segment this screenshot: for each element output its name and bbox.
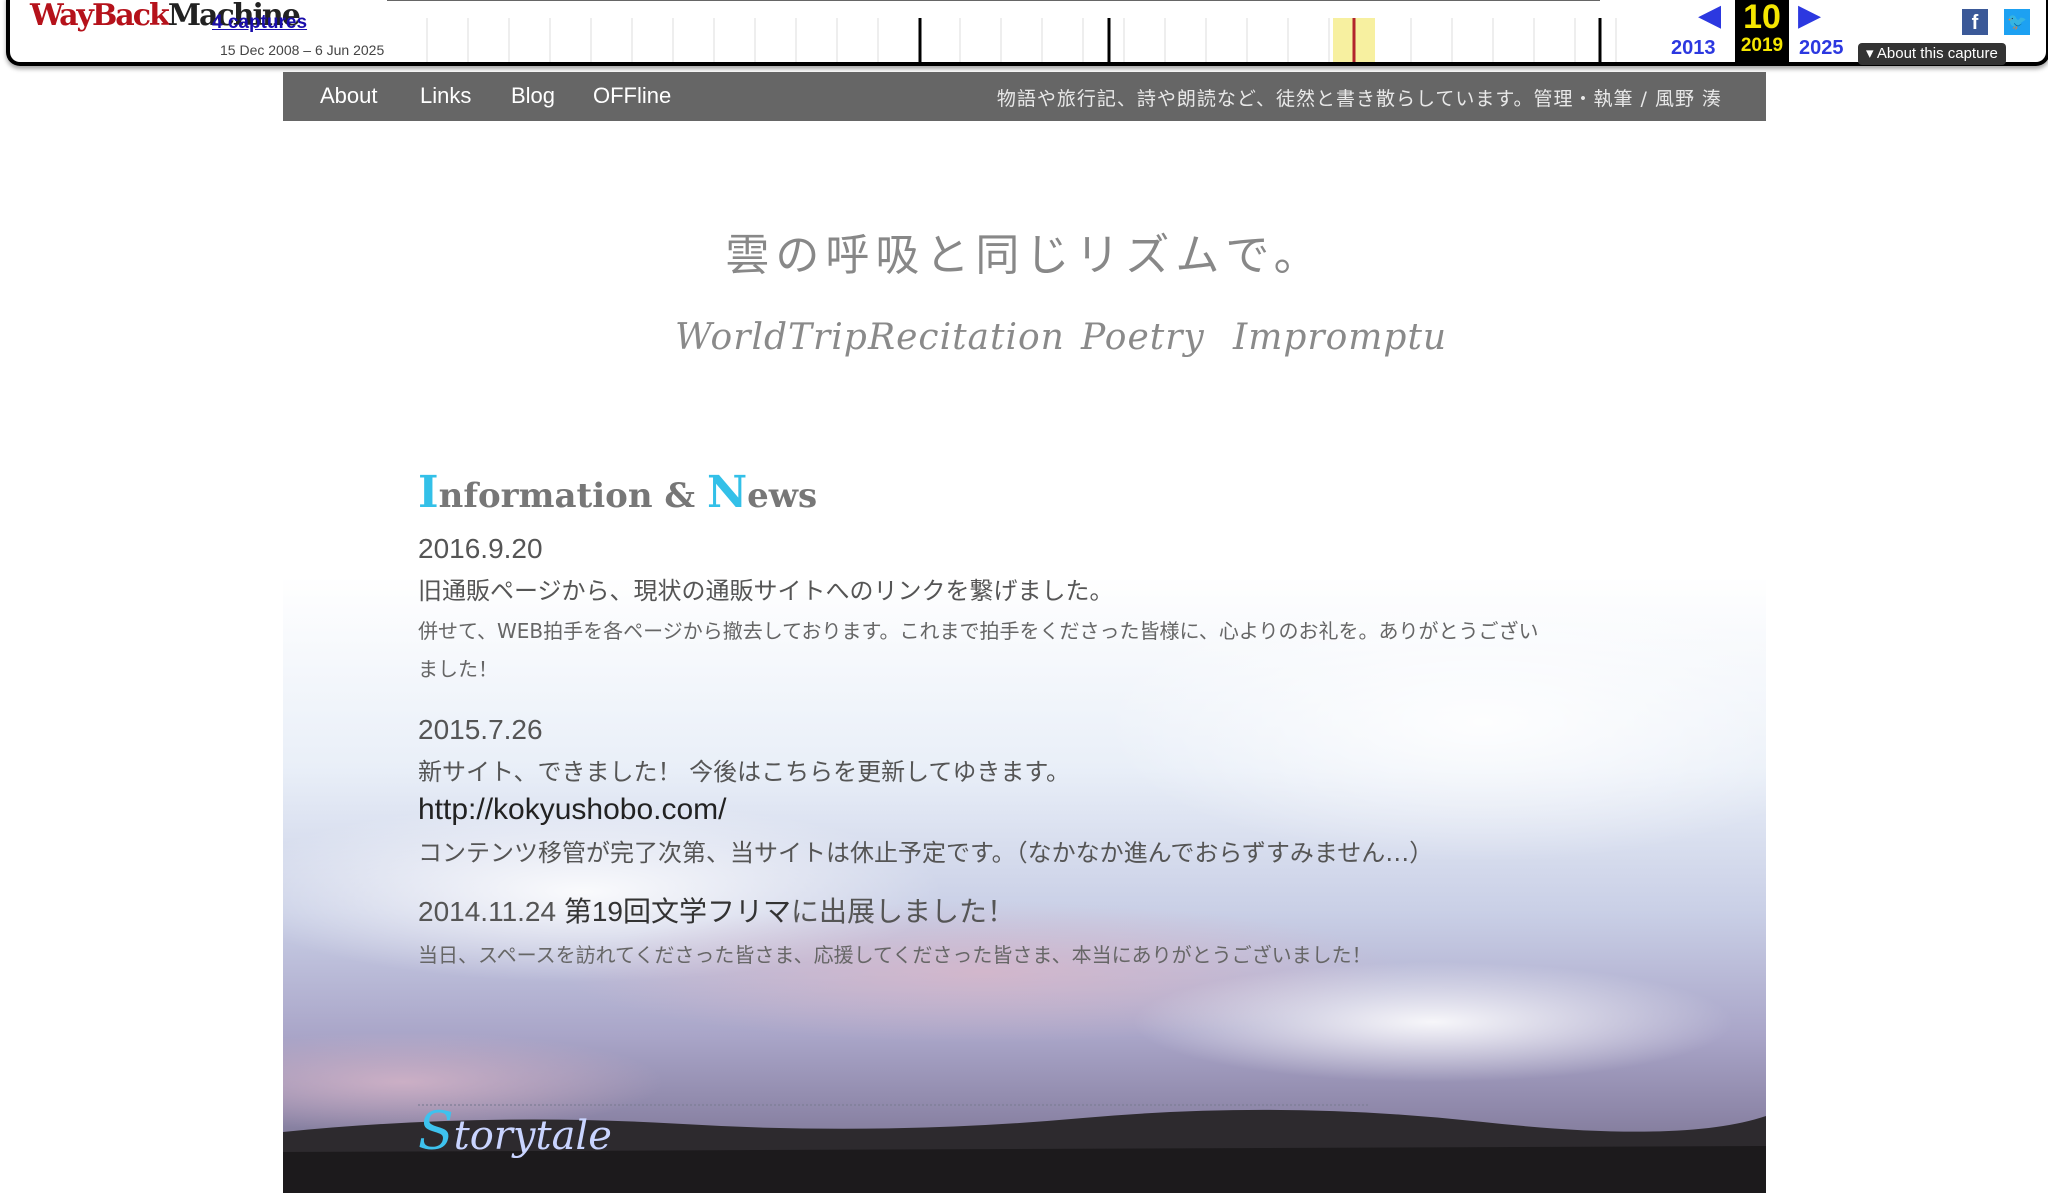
news-entry: 2015.7.26 新サイト、できました！ 今後はこちらを更新してゆきます。 h… [418,714,1618,868]
storytale-logo-cap: S [418,1102,454,1162]
current-month: 10 [1743,0,1781,36]
news-body: 当日、スペースを訪れてくださった皆さま、応援してくださった皆さま、本当にありがと… [418,943,1372,967]
captures-link[interactable]: 4 captures [212,12,307,34]
top-nav: About Links Blog OFFline 物語や旅行記、詩や朗読など、徒… [283,72,1766,121]
category-menu: WorldTrip Recitation Poetry Impromptu [283,317,1766,377]
twitter-icon[interactable]: 🐦 [2004,9,2030,35]
current-capture: 10 2019 [1735,0,1789,62]
news-heading-mid: nformation & [438,476,707,516]
news-body: コンテンツ移管が完了次第、当サイトは休止予定です。（なかなか進んでおらずすみませ… [418,839,1434,867]
site-url-link[interactable]: http://kokyushobo.com/ [418,793,1618,827]
triangle-left-icon[interactable]: ◀ [1698,1,1721,31]
site-tagline: 物語や旅行記、詩や朗読など、徒然と書き散らしています。管理・執筆 / 風野 湊 [996,88,1722,110]
next-year-link[interactable]: 2025 [1799,37,1844,60]
news-heading-i: I [418,467,439,518]
wayback-logo-part1: WayBack [30,0,170,33]
wayback-toolbar: WayBackMachine 4 captures 15 Dec 2008 – … [0,0,2048,72]
category-impromptu[interactable]: Impromptu [1233,317,1447,358]
news-entry: 2014.11.24 第19回文学フリマに出展しました！ 当日、スペースを訪れて… [418,890,1618,974]
nav-offline[interactable]: OFFline [593,83,671,109]
news-date: 2016.9.20 [418,533,543,564]
news-heading: Information & News [418,467,1618,518]
triangle-right-icon[interactable]: ▶ [1798,1,1821,31]
facebook-icon[interactable]: f [1962,9,1988,35]
nav-about[interactable]: About [320,83,378,109]
capture-date-range: 15 Dec 2008 – 6 Jun 2025 [220,42,385,58]
sparkline-grid [426,18,1617,62]
nav-blog[interactable]: Blog [511,83,555,109]
bunfree-link[interactable]: 第19回文学フリマ [564,896,791,927]
site-title: 雲の呼吸と同じリズムで。 [725,230,1324,281]
about-capture-label: About this capture [1876,45,1998,62]
prev-year-link[interactable]: 2013 [1671,37,1716,60]
news-entry: 2016.9.20 旧通販ページから、現状の通販サイトへのリンクを繋げました。 … [418,533,1618,688]
news-title: 新サイト、できました！ 今後はこちらを更新してゆきます。 [418,758,1071,786]
news-body: 併せて、WEB拍手を各ページから撤去しております。これまで拍手をくださった皆様に… [418,619,1539,681]
category-recitation[interactable]: Recitation [868,317,1065,358]
capture-sparkline[interactable] [387,0,1647,64]
news-title: 旧通販ページから、現状の通販サイトへのリンクを繋げました。 [418,577,1114,605]
news-title-rest: に出展しました！ [791,896,1016,927]
about-capture-button[interactable]: ▾ About this capture [1858,43,2006,65]
news-date-text: 2014.11.24 [418,896,557,927]
category-worldtrip[interactable]: WorldTrip [675,317,868,358]
storytale-logo-rest: torytale [453,1113,612,1159]
news-heading-end: ews [747,476,818,516]
storytale-logo[interactable]: Storytale [418,1102,612,1162]
nav-links[interactable]: Links [420,83,471,109]
news-date: 2015.7.26 [418,714,543,745]
current-year: 2019 [1740,35,1784,56]
category-poetry[interactable]: Poetry [1081,317,1205,358]
site-container: About Links Blog OFFline 物語や旅行記、詩や朗読など、徒… [283,72,1766,1193]
news-heading-n: N [706,467,748,518]
news-section: Information & News 2016.9.20 旧通販ページから、現状… [418,467,1618,974]
news-date: 2014.11.24 第19回文学フリマに出展しました！ [418,890,1618,930]
